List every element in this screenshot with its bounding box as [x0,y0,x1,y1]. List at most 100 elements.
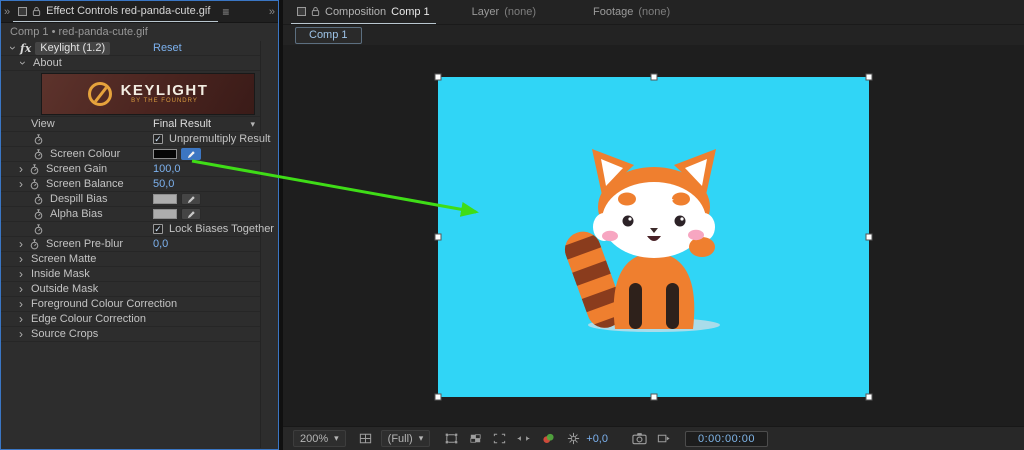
show-snapshot-icon[interactable] [656,431,671,446]
disclosure-icon[interactable]: › [17,269,25,279]
screen-preblur-value[interactable]: 0,0 [153,238,168,250]
tab-footage[interactable]: Footage (none) [587,0,676,24]
panel-overflow-left-icon[interactable]: » [1,6,13,18]
group-label[interactable]: Source Crops [31,328,98,340]
mask-visibility-icon[interactable] [444,431,459,446]
reset-button[interactable]: Reset [153,42,182,54]
panel-icon [18,7,27,16]
region-of-interest-icon[interactable] [492,431,507,446]
stopwatch-icon[interactable] [33,194,44,205]
lock-icon[interactable] [311,6,320,17]
stopwatch-icon[interactable] [29,164,40,175]
disclosure-icon[interactable]: › [17,164,25,174]
grid-guides-icon[interactable] [358,431,373,446]
tab-effect-controls[interactable]: Effect Controls red-panda-cute.gif [13,1,218,22]
stopwatch-icon[interactable] [33,149,44,160]
tab-layer[interactable]: Layer (none) [466,0,542,24]
eyedropper-icon [187,210,196,219]
about-row: › About [1,56,260,71]
resolution-select[interactable]: (Full) ▾ [381,430,431,447]
screen-colour-swatch[interactable] [153,149,177,159]
alpha-bias-swatch[interactable] [153,209,177,219]
selection-handle[interactable] [435,234,442,241]
checkbox-label[interactable]: Unpremultiply Result [169,133,270,145]
checkbox-label[interactable]: Lock Biases Together [169,223,274,235]
selection-handle[interactable] [866,74,873,81]
viewer-tab-comp1[interactable]: Comp 1 [295,27,362,44]
despill-bias-swatch[interactable] [153,194,177,204]
snapshot-camera-icon[interactable] [632,431,647,446]
chevron-down-icon: ▾ [250,119,255,130]
disclosure-icon[interactable]: › [17,299,25,309]
stopwatch-icon[interactable] [33,224,44,235]
row-view: View Final Result ▾ [1,117,260,132]
timecode-display[interactable]: 0:00:00:00 [685,431,768,447]
keylight-banner-title: KEYLIGHT [121,83,209,98]
pixel-aspect-icon[interactable] [516,431,531,446]
effect-source-breadcrumb: Comp 1 • red-panda-cute.gif [1,23,278,41]
group-label[interactable]: Screen Matte [31,253,96,265]
lock-biases-checkbox[interactable]: ✓ [153,224,163,234]
stopwatch-icon[interactable] [29,179,40,190]
screen-balance-value[interactable]: 50,0 [153,178,174,190]
composition-viewport[interactable] [283,45,1024,426]
selection-handle[interactable] [435,74,442,81]
view-dropdown[interactable]: Final Result ▾ [153,118,255,130]
selection-handle[interactable] [650,394,657,401]
unpremultiply-checkbox[interactable]: ✓ [153,134,163,144]
disclosure-icon[interactable]: › [17,179,25,189]
disclosure-icon[interactable]: › [17,254,25,264]
row-source-crops: › Source Crops [1,327,260,342]
group-label[interactable]: Outside Mask [31,283,98,295]
group-label[interactable]: Edge Colour Correction [31,313,146,325]
tab-value[interactable]: Comp 1 [391,6,430,18]
disclosure-open-icon[interactable]: › [8,44,18,52]
disclosure-icon[interactable]: › [17,284,25,294]
row-inside-mask: › Inside Mask [1,267,260,282]
composition-panel: Composition Comp 1 Layer (none) Footage … [283,0,1024,450]
property-label: Despill Bias [50,193,107,205]
comp-layer[interactable] [438,77,869,397]
stopwatch-icon[interactable] [33,134,44,145]
view-dropdown-value[interactable]: Final Result [153,118,211,130]
stopwatch-icon[interactable] [33,209,44,220]
tab-label[interactable]: Layer [472,6,500,18]
selection-handle[interactable] [866,234,873,241]
selection-handle[interactable] [650,74,657,81]
resolution-value[interactable]: (Full) [388,433,413,445]
property-label: Alpha Bias [50,208,103,220]
disclosure-icon[interactable]: › [17,314,25,324]
zoom-select[interactable]: 200% ▾ [293,430,346,447]
tab-composition[interactable]: Composition Comp 1 [291,0,436,24]
exposure-icon[interactable] [566,431,581,446]
screen-gain-value[interactable]: 100,0 [153,163,181,175]
lock-icon[interactable] [32,6,41,17]
group-label[interactable]: Foreground Colour Correction [31,298,177,310]
tab-label[interactable]: Composition [325,6,386,18]
eyedropper-button[interactable] [181,148,201,160]
stopwatch-icon[interactable] [29,239,40,250]
tab-value[interactable]: (none) [504,6,536,18]
selection-handle[interactable] [866,394,873,401]
selection-handle[interactable] [435,394,442,401]
effect-controls-tab-title[interactable]: Effect Controls red-panda-cute.gif [46,5,210,17]
channels-icon[interactable] [541,431,556,446]
panel-overflow-right-icon[interactable]: » [266,6,278,18]
transparency-grid-icon[interactable] [468,431,483,446]
tab-value[interactable]: (none) [638,6,670,18]
panel-menu-icon[interactable]: ≡ [218,5,233,19]
property-label: Screen Colour [50,148,120,160]
row-screen-preblur: › Screen Pre-blur 0,0 [1,237,260,252]
tab-label[interactable]: Footage [593,6,633,18]
disclosure-icon[interactable]: › [17,329,25,339]
effect-header-row: › fx Keylight (1.2) Reset [1,41,260,56]
effect-name[interactable]: Keylight (1.2) [35,42,110,55]
exposure-value[interactable]: +0,0 [586,433,608,445]
eyedropper-button[interactable] [181,208,201,220]
disclosure-open-icon[interactable]: › [18,59,28,67]
group-label[interactable]: Inside Mask [31,268,90,280]
disclosure-icon[interactable]: › [17,239,25,249]
zoom-value[interactable]: 200% [300,433,328,445]
eyedropper-button[interactable] [181,193,201,205]
row-foreground-colour-correction: › Foreground Colour Correction [1,297,260,312]
